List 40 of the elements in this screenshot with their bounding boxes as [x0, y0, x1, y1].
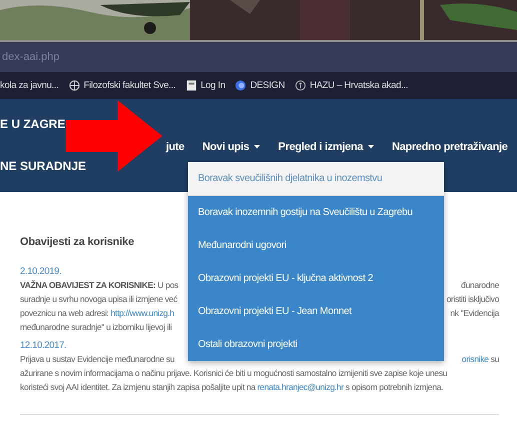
notice-date: 2.10.2019. [20, 266, 62, 278]
menu-item[interactable]: Boravak sveučilišnih djelatnika u inozemstvu [188, 162, 444, 196]
caret-icon [368, 145, 374, 149]
notice-text: đunarodne [461, 279, 499, 292]
notice-date: 12.10.2017. [20, 340, 66, 352]
notice-text: Prijava u sustav Evidencije međunarodne su [20, 353, 174, 366]
nav-menu-item[interactable]: Napredno pretraživanje [392, 139, 508, 155]
nav-menu-item[interactable]: Pregled i izmjena [278, 139, 374, 155]
link[interactable]: http://www.unizg.h [110, 308, 174, 318]
bookmark-link[interactable]: kola za javnu... [0, 80, 59, 91]
menu-item[interactable]: Obrazovni projekti EU - Jean Monnet [188, 295, 444, 328]
site-subtitle: NE SURADNJE [0, 159, 86, 173]
bookmark-link[interactable]: Filozofski fakultet Sve... [84, 80, 176, 91]
notice-text: orisnike su [462, 353, 499, 366]
menu-item[interactable]: Obrazovni projekti EU - ključna aktivnost 2 [188, 262, 444, 295]
section-heading: Obavijesti za korisnike [20, 236, 134, 248]
notice-text: VAŽNA OBAVIJEST ZA KORISNIKE: U pos [20, 279, 178, 292]
nav-menu-item[interactable]: Novi upis [202, 139, 260, 156]
link[interactable]: renata.hranjec@unizg.hr [257, 382, 344, 392]
bookmark-link[interactable]: Log In [200, 80, 226, 91]
url-field[interactable]: dex-aai.php [0, 51, 60, 63]
menu-item[interactable]: Međunarodni ugovori [188, 229, 444, 262]
nav-menu-item[interactable]: jute [166, 139, 184, 155]
caret-icon [254, 145, 260, 149]
notice-text: suradnje u svrhu novoga upisa ili izmjene već [20, 293, 178, 306]
link[interactable]: orisnike [462, 354, 489, 364]
notice-text: nk "Evidencija [450, 307, 499, 320]
notice-text: oristiti isključivo [446, 293, 499, 306]
bookmark-link[interactable]: DESIGN [250, 80, 285, 91]
menu-item[interactable]: Ostali obrazovni projekti [188, 328, 444, 361]
notice-text: ažurirane s novim informacijama o načinu prijave. Korisnici će biti u mogućnosti samostalno izmijeniti sve zapise koje unesu [20, 367, 448, 380]
document-icon [186, 80, 197, 91]
site-title: E U ZAGRE [0, 117, 66, 133]
notice-text: međunarodne suradnje" u izborniku lijevoj ili [20, 321, 172, 334]
bookmark-link[interactable]: HAZU – Hrvatska akad... [310, 80, 408, 91]
globe-icon [68, 80, 80, 91]
notice-text: koristeći svoj AAI identitet. Za izmjenu stanjih zapisa pošaljite upit na renata.hranjec@unizg.hr s opisom potrebnih izmjena. [20, 381, 444, 394]
circle-icon [235, 80, 246, 91]
notice-text: poveznicu na web adresi: http://www.unizg.h [20, 307, 174, 320]
menu-item[interactable]: Boravak inozemnih gostiju na Sveučilištu u Zagrebu [188, 196, 444, 229]
